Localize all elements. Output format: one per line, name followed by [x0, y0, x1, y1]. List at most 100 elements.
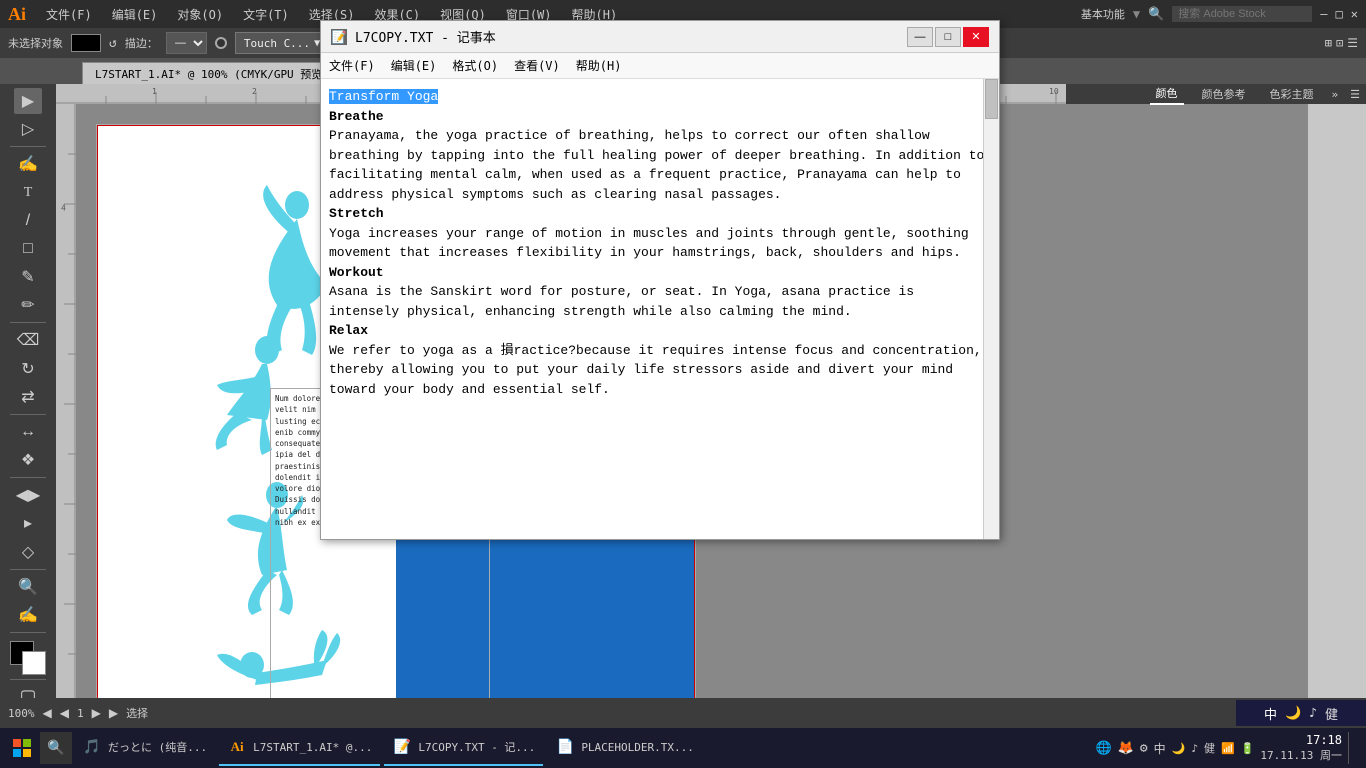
- page-number: 1: [77, 707, 84, 720]
- tool-separator-2: [10, 322, 46, 323]
- ime-music: ♪: [1309, 706, 1317, 721]
- tab-title: L7START_1.AI* @ 100% (CMYK/GPU 预览): [95, 66, 329, 82]
- rotate-tool[interactable]: ↻: [14, 356, 42, 382]
- tool-separator-7: [10, 679, 46, 680]
- selection-label: 选择: [126, 705, 148, 721]
- panel-tab-colorref[interactable]: 颜色参考: [1196, 84, 1252, 104]
- panel-arrow[interactable]: ⊡: [1336, 36, 1343, 50]
- eyedropper-tool[interactable]: ▸: [14, 510, 42, 536]
- eraser-tool[interactable]: ⌫: [14, 327, 42, 353]
- menu-object[interactable]: 对象(O): [173, 6, 227, 23]
- moon-icon: 🌙: [1172, 742, 1186, 755]
- measure-tool[interactable]: ◇: [14, 539, 42, 565]
- shape-tool[interactable]: □: [14, 236, 42, 262]
- touch-button[interactable]: Touch C... ▼: [235, 32, 329, 54]
- panel-expand[interactable]: »: [1332, 88, 1339, 101]
- edge-icon[interactable]: 🌐: [1095, 741, 1111, 756]
- taskbar-app-music[interactable]: 🎵 だっとに (纯音...: [74, 730, 215, 766]
- brush-dot: [215, 37, 227, 49]
- illustrator-app-icon: Ai: [227, 737, 247, 757]
- notepad-maximize-button[interactable]: □: [935, 27, 961, 47]
- hand-tool[interactable]: ✍: [14, 602, 42, 628]
- mirror-tool[interactable]: ⇄: [14, 384, 42, 410]
- panel-tab-color[interactable]: 颜色: [1150, 83, 1184, 105]
- notepad-minimize-button[interactable]: —: [907, 27, 933, 47]
- clock-date: 17.11.13 周一: [1260, 749, 1342, 763]
- warp-tool[interactable]: ❖: [14, 447, 42, 473]
- ime-health: 健: [1325, 704, 1338, 723]
- blend-tool[interactable]: ◀▶: [14, 482, 42, 508]
- panel-top: 颜色 颜色参考 色彩主题 » ☰: [1066, 84, 1366, 104]
- line-tool[interactable]: /: [14, 208, 42, 234]
- pencil-tool[interactable]: ✏: [14, 292, 42, 318]
- prev-page-btn2[interactable]: ◀: [60, 706, 69, 720]
- paintbrush-tool[interactable]: ✎: [14, 264, 42, 290]
- stroke-dropdown[interactable]: —: [166, 32, 207, 54]
- panel-tab-theme[interactable]: 色彩主题: [1264, 84, 1320, 104]
- zoom-tool[interactable]: 🔍: [14, 574, 42, 600]
- stock-search[interactable]: [1172, 6, 1312, 22]
- menu-text[interactable]: 文字(T): [239, 6, 293, 23]
- notepad-scrollbar[interactable]: [983, 79, 999, 539]
- section-breathe-body: Pranayama, the yoga practice of breathin…: [329, 128, 984, 202]
- illustrator-app-label: L7START_1.AI* @...: [253, 741, 372, 754]
- taskbar-app-notepad[interactable]: 📝 L7COPY.TXT - 记...: [384, 730, 543, 766]
- taskbar-search-button[interactable]: 🔍: [40, 732, 72, 764]
- taskbar-app-illustrator[interactable]: Ai L7START_1.AI* @...: [219, 730, 380, 766]
- taskbar-clock: 17:18 17.11.13 周一: [1260, 733, 1342, 763]
- menu-edit[interactable]: 编辑(E): [108, 6, 162, 23]
- battery-icon: 🔋: [1241, 742, 1255, 755]
- np-menu-view[interactable]: 查看(V): [514, 57, 560, 74]
- notepad-close-button[interactable]: ✕: [963, 27, 989, 47]
- np-menu-file[interactable]: 文件(F): [329, 57, 375, 74]
- clock-time: 17:18: [1260, 733, 1342, 749]
- pen-tool[interactable]: ✍: [14, 151, 42, 177]
- select-tool[interactable]: ▶: [14, 88, 42, 114]
- ime-toolbar: 中 🌙 ♪ 健: [1236, 700, 1366, 726]
- windows-start-button[interactable]: [4, 730, 40, 766]
- arrange-icon[interactable]: ⊞: [1325, 36, 1332, 50]
- np-menu-format[interactable]: 格式(O): [452, 57, 498, 74]
- ime-moon: 🌙: [1285, 706, 1301, 721]
- svg-text:2: 2: [252, 87, 257, 96]
- direct-select-tool[interactable]: ▷: [14, 116, 42, 142]
- section-breathe-heading: Breathe: [329, 109, 384, 124]
- svg-text:10: 10: [1049, 87, 1059, 96]
- type-tool[interactable]: T: [14, 180, 42, 206]
- prev-page-button[interactable]: ◀: [43, 706, 52, 720]
- ime-icon[interactable]: 中: [1154, 740, 1166, 757]
- tool-separator-1: [10, 146, 46, 147]
- ime-chinese[interactable]: 中: [1264, 704, 1277, 723]
- section-relax-body: We refer to yoga as a 損ractice?because i…: [329, 343, 982, 397]
- stroke-label: 描边：: [125, 35, 158, 51]
- ai-logo: Ai: [8, 4, 26, 25]
- hamburger-icon[interactable]: ☰: [1347, 36, 1358, 50]
- ie-icon[interactable]: 🦊: [1118, 741, 1134, 756]
- fill-color-preview[interactable]: [71, 34, 101, 52]
- notepad-content[interactable]: Transform Yoga Breathe Pranayama, the yo…: [321, 79, 999, 539]
- taskbar: 🔍 🎵 だっとに (纯音... Ai L7START_1.AI* @... 📝 …: [0, 728, 1366, 768]
- notepad-menubar: 文件(F) 编辑(E) 格式(O) 查看(V) 帮助(H): [321, 53, 999, 79]
- panel-menu[interactable]: ☰: [1350, 88, 1360, 101]
- workspace-label[interactable]: 基本功能: [1081, 6, 1125, 22]
- notepad-app-label: L7COPY.TXT - 记...: [418, 739, 535, 755]
- ruler-left: 4: [56, 104, 76, 738]
- color-boxes: [10, 641, 46, 675]
- active-tab[interactable]: L7START_1.AI* @ 100% (CMYK/GPU 预览) ×: [82, 62, 354, 84]
- next-page-btn[interactable]: ▶: [92, 706, 101, 720]
- show-desktop-button[interactable]: [1348, 732, 1354, 764]
- no-selection-label: 未选择对象: [8, 35, 63, 51]
- notepad-scroll-thumb[interactable]: [985, 79, 998, 119]
- tool-separator-5: [10, 569, 46, 570]
- menu-file[interactable]: 文件(F): [42, 6, 96, 23]
- np-menu-edit[interactable]: 编辑(E): [391, 57, 437, 74]
- volume-icon[interactable]: ♪: [1191, 742, 1198, 755]
- scale-tool[interactable]: ↔: [14, 419, 42, 445]
- panel-controls: ⊞ ⊡ ☰: [1325, 36, 1358, 50]
- taskbar-app-placeholder[interactable]: 📄 PLACEHOLDER.TX...: [547, 730, 702, 766]
- settings-icon[interactable]: ⚙: [1140, 741, 1148, 756]
- background-color[interactable]: [22, 651, 46, 675]
- np-menu-help[interactable]: 帮助(H): [576, 57, 622, 74]
- network-icon[interactable]: 📶: [1221, 742, 1235, 755]
- next-page-btn2[interactable]: ▶: [109, 706, 118, 720]
